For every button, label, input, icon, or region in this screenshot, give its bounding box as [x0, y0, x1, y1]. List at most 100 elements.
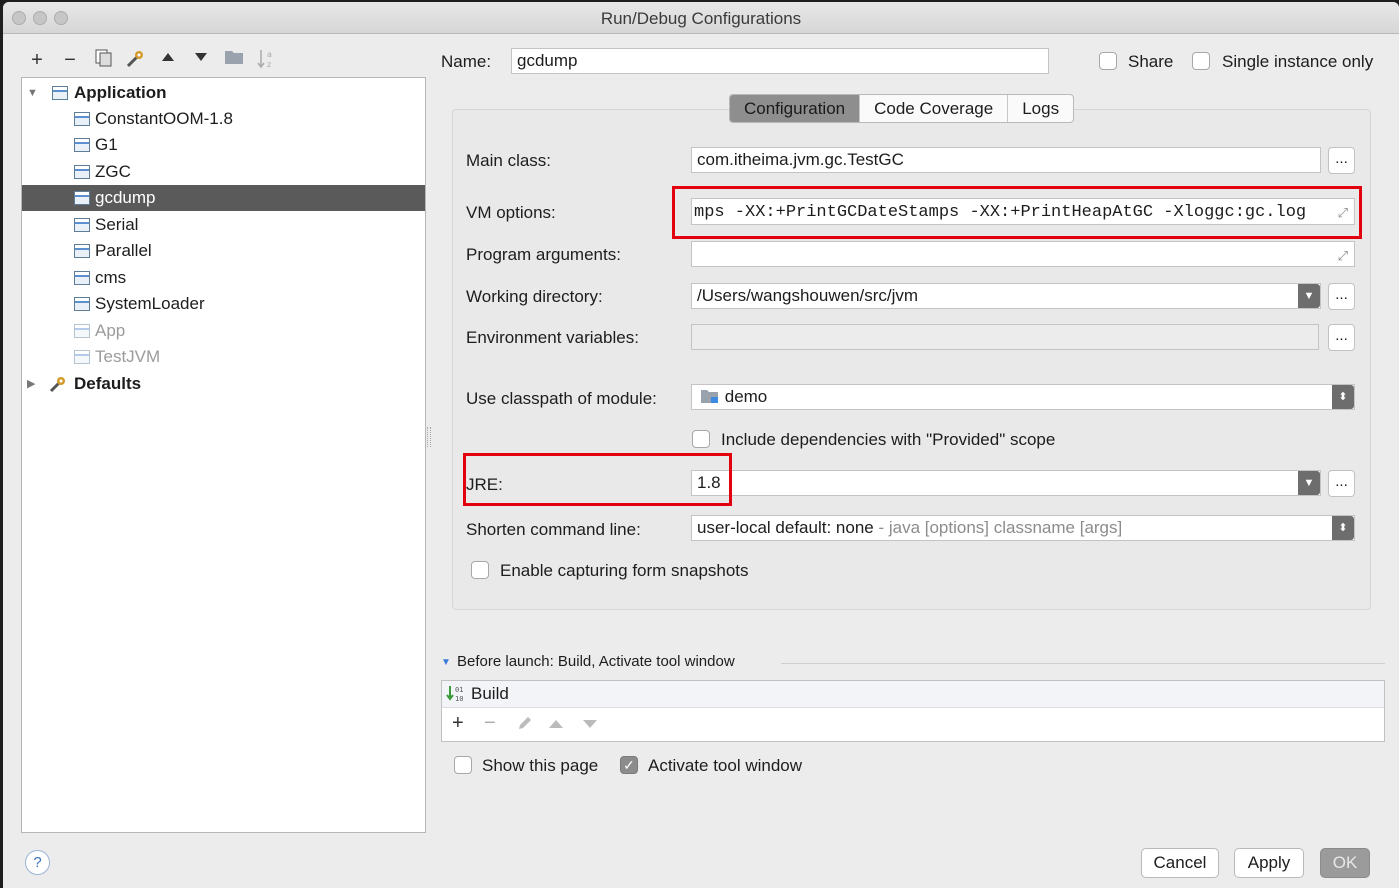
move-up-icon[interactable] [156, 48, 180, 72]
tree-group-label: Application [74, 83, 167, 102]
add-config-icon[interactable]: + [25, 48, 49, 72]
move-task-down-icon[interactable] [582, 716, 598, 736]
application-icon [74, 165, 90, 179]
share-checkbox[interactable] [1099, 52, 1117, 70]
tree-item-label: ConstantOOM-1.8 [95, 109, 233, 128]
jre-select[interactable]: 1.8 ▼ [691, 470, 1321, 496]
application-icon [74, 138, 90, 152]
separator [781, 663, 1385, 664]
tree-item[interactable]: SystemLoader [22, 291, 425, 317]
highlight-jre [463, 453, 732, 506]
tree-item[interactable]: ZGC [22, 159, 425, 185]
share-label: Share [1128, 52, 1174, 71]
env-vars-label: Environment variables: [466, 328, 639, 347]
move-task-up-icon[interactable] [548, 716, 564, 736]
env-vars-field[interactable] [691, 324, 1319, 350]
help-button[interactable]: ? [25, 850, 50, 875]
remove-task-icon[interactable]: − [484, 712, 496, 735]
shorten-label: Shorten command line: [466, 520, 641, 539]
program-args-field[interactable]: ⤢ [691, 241, 1355, 267]
main-class-field[interactable]: com.itheima.jvm.gc.TestGC [691, 147, 1321, 173]
highlight-vm-options [672, 186, 1362, 239]
ok-button[interactable]: OK [1320, 848, 1370, 878]
tab-code-coverage[interactable]: Code Coverage [860, 95, 1009, 122]
sort-icon[interactable]: az [254, 48, 278, 72]
show-page-checkbox[interactable] [454, 756, 472, 774]
application-icon [74, 350, 90, 364]
tree-group-defaults[interactable]: ▶ Defaults [22, 371, 425, 397]
single-instance-label: Single instance only [1222, 52, 1374, 71]
title-bar: Run/Debug Configurations [3, 2, 1399, 34]
working-dir-browse-button[interactable]: ... [1328, 283, 1355, 310]
classpath-select[interactable]: demo ⬍ [691, 384, 1355, 410]
vm-options-label: VM options: [466, 203, 556, 222]
expand-arrow-icon[interactable]: ▼ [27, 80, 38, 106]
show-page-label: Show this page [482, 756, 599, 775]
shorten-select[interactable]: user-local default: none - java [options… [691, 515, 1355, 541]
copy-config-icon[interactable] [92, 48, 116, 72]
classpath-label: Use classpath of module: [466, 389, 657, 408]
edit-task-icon[interactable] [516, 714, 534, 737]
collapse-triangle-icon[interactable]: ▼ [441, 657, 451, 668]
tab-logs[interactable]: Logs [1008, 95, 1073, 122]
tree-item[interactable]: Serial [22, 212, 425, 238]
tree-item-label: Serial [95, 215, 139, 234]
env-vars-browse-button[interactable]: ... [1328, 324, 1355, 351]
application-icon [74, 244, 90, 258]
remove-config-icon[interactable]: − [58, 48, 82, 72]
tree-item-temporary[interactable]: App [22, 318, 425, 344]
single-instance-checkbox[interactable] [1192, 52, 1210, 70]
shorten-value: user-local default: none [697, 518, 874, 537]
tree-item-label: Parallel [95, 241, 152, 260]
tree-item[interactable]: Parallel [22, 238, 425, 264]
jre-browse-button[interactable]: ... [1328, 470, 1355, 497]
activate-tool-checkbox[interactable]: ✓ [620, 756, 638, 774]
tab-bar: Configuration Code Coverage Logs [729, 94, 1075, 123]
working-dir-field[interactable]: /Users/wangshouwen/src/jvm ▼ [691, 283, 1321, 309]
expand-editor-icon[interactable]: ⤢ [1338, 244, 1348, 266]
snapshots-label: Enable capturing form snapshots [500, 561, 749, 580]
svg-text:z: z [267, 60, 271, 69]
application-icon [74, 324, 90, 338]
tree-item-selected[interactable]: gcdump [22, 185, 425, 211]
add-task-icon[interactable]: + [452, 712, 464, 735]
module-folder-icon [701, 390, 718, 403]
list-item[interactable]: 01 10 Build [442, 681, 1384, 708]
build-icon: 01 10 [446, 684, 466, 709]
tree-item-label: App [95, 321, 126, 340]
collapsed-arrow-icon[interactable]: ▶ [27, 371, 35, 397]
wrench-defaults-icon [48, 374, 68, 402]
include-deps-checkbox[interactable] [692, 430, 710, 448]
tree-item[interactable]: ConstantOOM-1.8 [22, 106, 425, 132]
edit-defaults-icon[interactable] [123, 48, 147, 72]
updown-arrows-icon[interactable]: ⬍ [1332, 385, 1354, 409]
window-title: Run/Debug Configurations [600, 9, 802, 28]
snapshots-checkbox[interactable] [471, 561, 489, 579]
updown-arrows-icon[interactable]: ⬍ [1332, 516, 1354, 540]
tree-item-label: gcdump [95, 188, 156, 207]
chevron-down-icon[interactable]: ▼ [1298, 471, 1320, 495]
tab-configuration[interactable]: Configuration [730, 95, 861, 122]
cancel-button[interactable]: Cancel [1141, 848, 1219, 878]
before-launch-title: Before launch: Build, Activate tool wind… [457, 653, 735, 670]
run-debug-dialog: Run/Debug Configurations + − az ▼ Applic… [3, 2, 1399, 888]
tree-item-label: TestJVM [95, 347, 161, 366]
move-down-icon[interactable] [189, 48, 213, 72]
apply-button[interactable]: Apply [1234, 848, 1304, 878]
before-launch-list: 01 10 Build + − [441, 680, 1385, 742]
svg-text:10: 10 [455, 695, 463, 703]
main-class-browse-button[interactable]: ... [1328, 147, 1355, 174]
classpath-value: demo [724, 387, 768, 406]
tree-group-application[interactable]: ▼ Application [22, 80, 425, 106]
tree-group-label: Defaults [74, 374, 142, 393]
chevron-down-icon[interactable]: ▼ [1298, 284, 1320, 308]
folder-icon[interactable] [222, 48, 246, 72]
application-icon [74, 218, 90, 232]
name-field[interactable]: gcdump [511, 48, 1049, 74]
svg-text:01: 01 [455, 686, 463, 694]
splitter-handle[interactable] [427, 427, 431, 447]
tree-item[interactable]: G1 [22, 132, 425, 158]
tree-item-temporary[interactable]: TestJVM [22, 344, 425, 370]
tree-item[interactable]: cms [22, 265, 425, 291]
svg-text:a: a [267, 50, 272, 59]
